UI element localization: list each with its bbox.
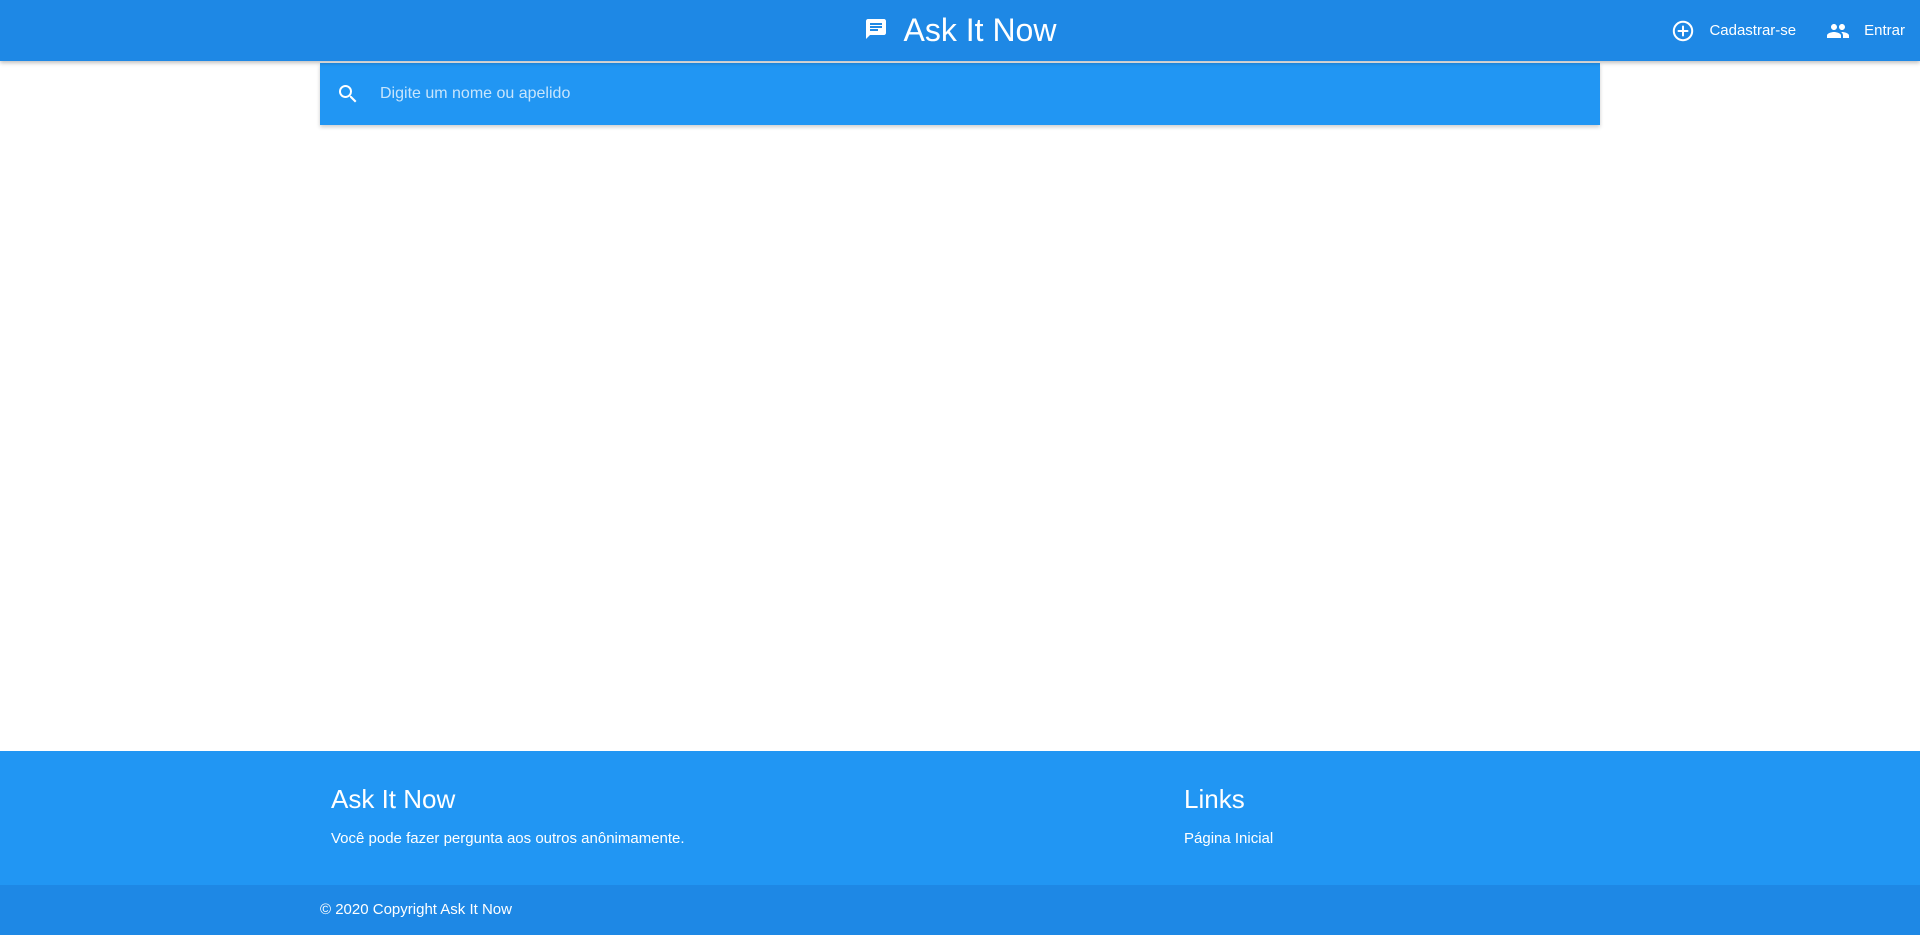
signup-label: Cadastrar-se bbox=[1709, 22, 1797, 39]
top-navbar: Ask It Now Cadastrar-se Entrar bbox=[0, 0, 1920, 61]
login-link[interactable]: Entrar bbox=[1811, 0, 1905, 61]
login-label: Entrar bbox=[1864, 22, 1905, 39]
people-icon bbox=[1826, 19, 1850, 43]
search-bar bbox=[320, 63, 1600, 125]
brand-link[interactable]: Ask It Now bbox=[750, 0, 1170, 61]
brand-title: Ask It Now bbox=[903, 12, 1057, 48]
footer: Ask It Now Você pode fazer pergunta aos … bbox=[0, 751, 1920, 885]
footer-about-text: Você pode fazer pergunta aos outros anôn… bbox=[331, 830, 685, 847]
signup-link[interactable]: Cadastrar-se bbox=[1656, 0, 1811, 61]
footer-links: Links Página Inicial bbox=[1184, 783, 1273, 849]
footer-links-heading: Links bbox=[1184, 784, 1245, 814]
search-input[interactable] bbox=[380, 74, 1600, 114]
chat-message-icon bbox=[864, 17, 888, 41]
footer-about: Ask It Now Você pode fazer pergunta aos … bbox=[331, 783, 685, 849]
nav-links: Cadastrar-se Entrar bbox=[1656, 0, 1905, 61]
search-icon bbox=[336, 82, 360, 106]
footer-link-home[interactable]: Página Inicial bbox=[1184, 829, 1273, 849]
footer-copyright-bar: © 2020 Copyright Ask It Now bbox=[0, 885, 1920, 935]
footer-about-heading: Ask It Now bbox=[331, 784, 456, 814]
copyright-text: © 2020 Copyright Ask It Now bbox=[320, 901, 512, 918]
page: Ask It Now Cadastrar-se Entrar Digite um… bbox=[0, 0, 1920, 935]
add-circle-icon bbox=[1671, 19, 1695, 43]
